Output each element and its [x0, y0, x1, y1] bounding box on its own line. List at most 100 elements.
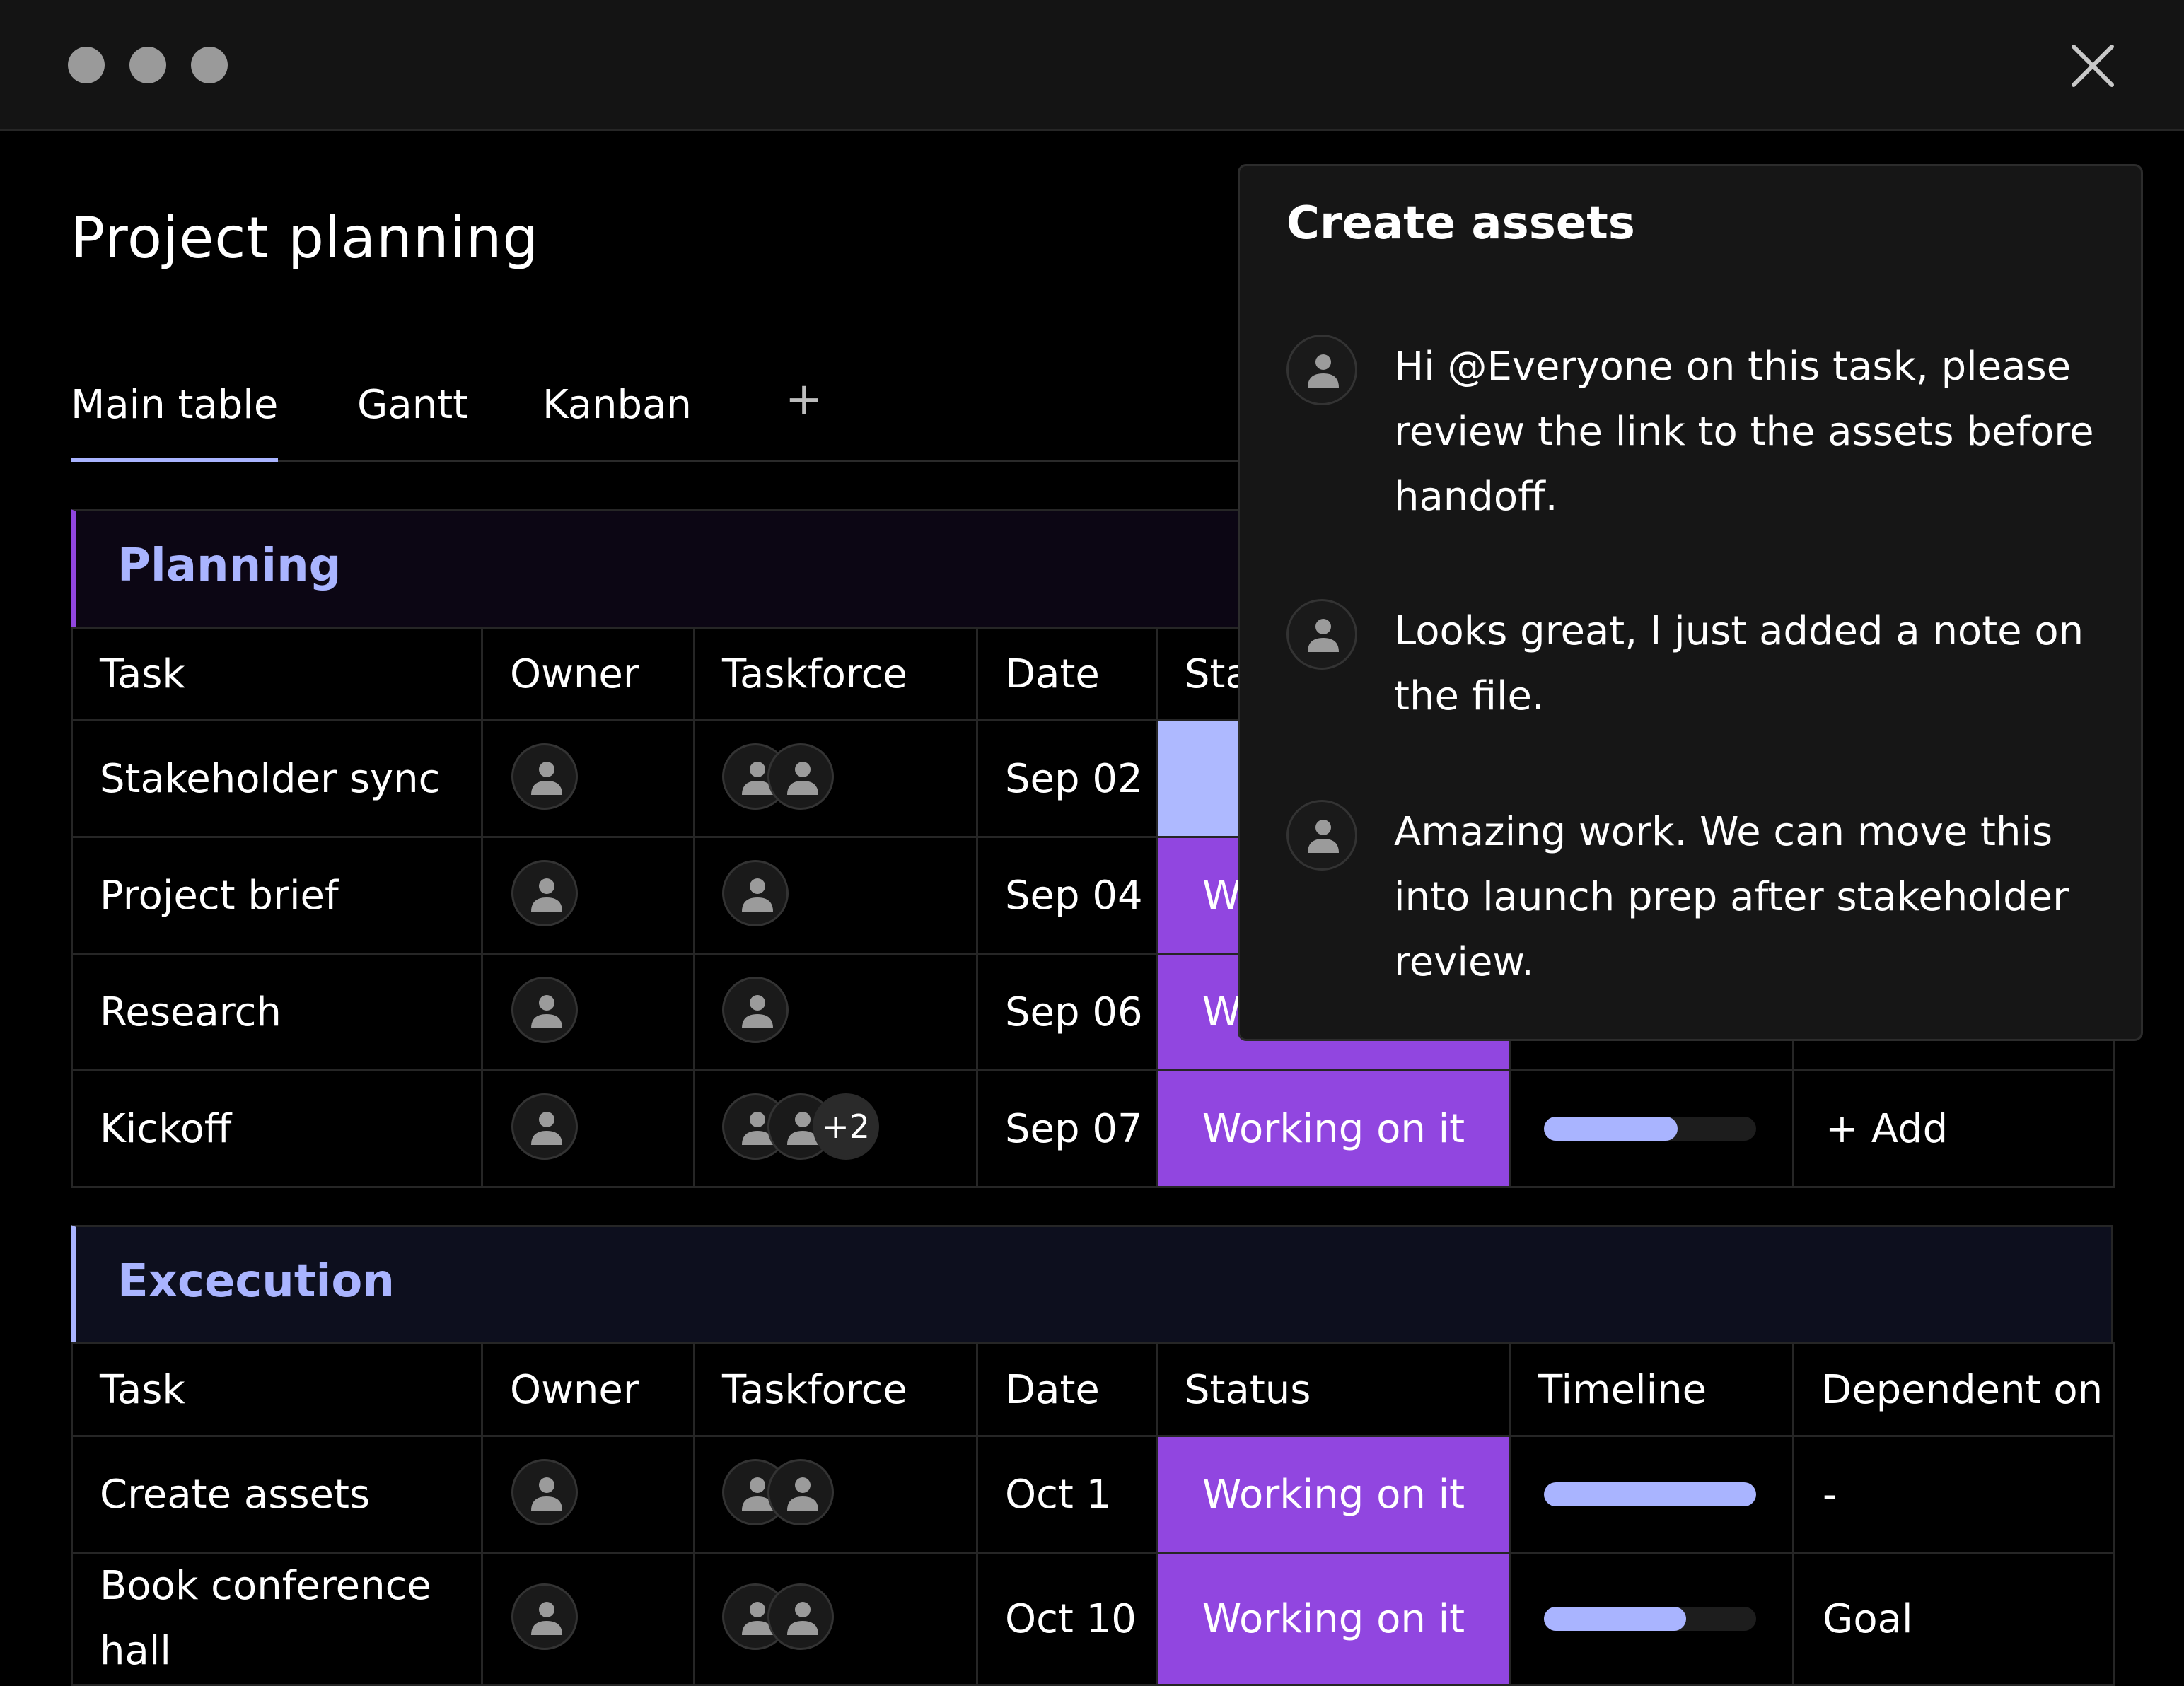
table-row[interactable]: Book conference hall Oct 10 Working on it G… [71, 1552, 2115, 1686]
column-header[interactable]: Owner [481, 1342, 695, 1437]
taskforce-cell[interactable]: +2 [693, 1069, 978, 1188]
taskforce-avatar[interactable] [767, 1583, 834, 1650]
dependent-cell[interactable]: Goal [1792, 1552, 2115, 1686]
date-cell[interactable]: Sep 06 [976, 953, 1158, 1071]
taskforce-cell[interactable] [693, 1552, 978, 1686]
column-header[interactable]: Date [976, 1342, 1158, 1437]
person-icon [1308, 354, 1339, 388]
window-titlebar [0, 0, 2184, 131]
comment-panel-title: Create assets [1286, 197, 1635, 250]
window-dot-icon[interactable] [129, 47, 166, 83]
column-header[interactable]: Taskforce [693, 1342, 978, 1437]
timeline-cell[interactable] [1509, 1069, 1794, 1188]
column-header[interactable]: Task [71, 1342, 483, 1437]
tab-main-table[interactable]: Main table [71, 382, 279, 462]
person-icon [742, 878, 773, 912]
group-header[interactable]: Excecution [71, 1225, 2113, 1342]
table-header-row: TaskOwnerTaskforceDateStatusTimelineDepe… [71, 1342, 2115, 1437]
column-header[interactable]: Timeline [1509, 1342, 1794, 1437]
owner-avatar[interactable] [511, 1093, 578, 1160]
date-cell[interactable]: Oct 1 [976, 1435, 1158, 1554]
owner-avatar[interactable] [511, 1583, 578, 1650]
timeline-progress [1544, 1117, 1678, 1141]
dependent-cell[interactable]: - [1792, 1435, 2115, 1554]
owner-avatar[interactable] [511, 743, 578, 810]
view-tabs: Main table Gantt Kanban + [71, 368, 1259, 462]
timeline-bar [1544, 1482, 1756, 1506]
person-icon [531, 762, 562, 795]
timeline-progress [1544, 1607, 1686, 1631]
add-tab-button[interactable]: + [785, 373, 823, 426]
status-cell[interactable]: Working on it [1156, 1435, 1511, 1554]
close-icon[interactable] [2068, 41, 2118, 91]
comment-text: Looks great, I just added a note on the … [1394, 608, 2084, 719]
window-dot-icon[interactable] [68, 47, 105, 83]
task-name-cell[interactable]: Stakeholder sync [71, 719, 483, 838]
timeline-bar [1544, 1117, 1756, 1141]
table-row[interactable]: Create assets Oct 1 Working on it - [71, 1435, 2115, 1554]
group-title[interactable]: Excecution [117, 1255, 395, 1308]
task-name-cell[interactable]: Research [71, 953, 483, 1071]
date-cell[interactable]: Oct 10 [976, 1552, 1158, 1686]
date-cell[interactable]: Sep 07 [976, 1069, 1158, 1188]
owner-cell[interactable] [481, 719, 695, 838]
task-name-cell[interactable]: Create assets [71, 1435, 483, 1554]
owner-cell[interactable] [481, 1552, 695, 1686]
person-icon [531, 995, 562, 1028]
column-header[interactable]: Task [71, 627, 483, 721]
timeline-progress [1544, 1482, 1756, 1506]
taskforce-cell[interactable] [693, 719, 978, 838]
comment-text: Amazing work. We can move this into laun… [1394, 809, 2069, 985]
comment-avatar[interactable] [1286, 800, 1357, 871]
owner-cell[interactable] [481, 953, 695, 1071]
column-header[interactable]: Taskforce [693, 627, 978, 721]
date-cell[interactable]: Sep 02 [976, 719, 1158, 838]
task-name-cell[interactable]: Kickoff [71, 1069, 483, 1188]
window-dot-icon[interactable] [191, 47, 228, 83]
taskforce-cell[interactable] [693, 953, 978, 1071]
person-icon [787, 1602, 818, 1635]
task-name-cell[interactable]: Project brief [71, 836, 483, 955]
status-cell[interactable]: Working on it [1156, 1552, 1511, 1686]
group-title[interactable]: Planning [117, 540, 341, 592]
task-name-cell[interactable]: Book conference hall [71, 1552, 483, 1686]
page-title: Project planning [71, 205, 540, 271]
tab-kanban[interactable]: Kanban [542, 382, 692, 428]
table-row[interactable]: Kickoff +2 Sep 07 Working on it + Add [71, 1069, 2115, 1188]
taskforce-avatar[interactable] [767, 1459, 834, 1525]
tab-gantt[interactable]: Gantt [357, 382, 468, 428]
person-icon [531, 1112, 562, 1145]
taskforce-cell[interactable] [693, 1435, 978, 1554]
date-cell[interactable]: Sep 04 [976, 836, 1158, 955]
taskforce-avatar[interactable] [722, 860, 789, 926]
add-dependency-link[interactable]: + Add [1792, 1069, 2115, 1188]
owner-avatar[interactable] [511, 860, 578, 926]
owner-avatar[interactable] [511, 1459, 578, 1525]
person-icon [787, 1477, 818, 1511]
timeline-bar [1544, 1607, 1756, 1631]
owner-cell[interactable] [481, 836, 695, 955]
column-header[interactable]: Owner [481, 627, 695, 721]
status-cell[interactable]: Working on it [1156, 1069, 1511, 1188]
comment-text: Hi @Everyone on this task, please review… [1394, 344, 2094, 520]
person-icon [531, 1477, 562, 1511]
comment-avatar[interactable] [1286, 335, 1357, 405]
taskforce-avatar[interactable] [767, 743, 834, 810]
column-header[interactable]: Dependent on [1792, 1342, 2115, 1437]
timeline-cell[interactable] [1509, 1552, 1794, 1686]
task-table: TaskOwnerTaskforceDateStatusTimelineDepe… [71, 1342, 2115, 1686]
comment-avatar[interactable] [1286, 599, 1357, 670]
taskforce-cell[interactable] [693, 836, 978, 955]
owner-cell[interactable] [481, 1069, 695, 1188]
person-icon [531, 1602, 562, 1635]
task-group: Excecution Task Owner Taskforce Date Status Ti… [71, 1225, 2115, 1686]
person-icon [1308, 619, 1339, 652]
timeline-cell[interactable] [1509, 1435, 1794, 1554]
column-header[interactable]: Date [976, 627, 1158, 721]
owner-avatar[interactable] [511, 977, 578, 1043]
taskforce-avatar[interactable] [722, 977, 789, 1043]
person-icon [742, 995, 773, 1028]
owner-cell[interactable] [481, 1435, 695, 1554]
taskforce-more-badge[interactable]: +2 [813, 1093, 879, 1160]
column-header[interactable]: Status [1156, 1342, 1511, 1437]
